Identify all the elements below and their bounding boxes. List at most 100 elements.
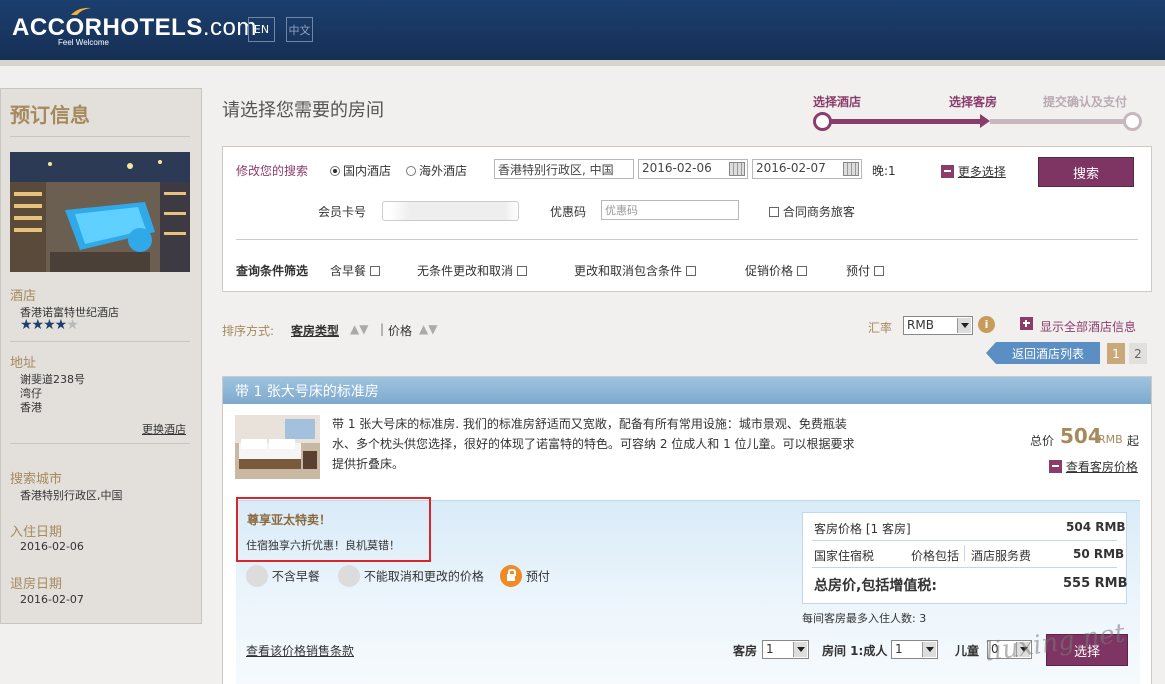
room-price-value: 504 RMB xyxy=(1066,520,1126,534)
adults-select[interactable]: 1 xyxy=(891,640,938,659)
filter-prepay[interactable]: 预付 xyxy=(846,262,884,279)
chevron-down-icon xyxy=(793,642,807,657)
total-price-value: 504 xyxy=(1060,424,1102,448)
progress-bar-done xyxy=(822,119,984,124)
page-1-button[interactable]: 1 xyxy=(1107,343,1125,364)
view-room-prices-link[interactable]: 查看客房价格 xyxy=(1049,458,1138,475)
chevron-down-icon xyxy=(922,642,936,657)
total-price-suffix: 起 xyxy=(1127,434,1140,448)
adults-label: 房间 1:成人 xyxy=(822,644,888,658)
sort-separator: | xyxy=(380,322,385,336)
max-guests-note: 每间客房最多入住人数: 3 xyxy=(802,612,927,625)
radio-domestic[interactable]: 国内酒店 xyxy=(330,162,391,179)
divider xyxy=(812,540,1117,541)
sidebar-title: 预订信息 xyxy=(10,103,90,127)
sidebar-checkout-label: 退房日期 xyxy=(10,577,63,592)
corporate-checkbox[interactable]: 合同商务旅客 xyxy=(769,203,855,220)
checkin-date-input[interactable]: 2016-02-06 xyxy=(638,159,748,179)
logo[interactable]: ACCORHOTELS.com xyxy=(12,14,257,42)
divider xyxy=(10,443,190,444)
sidebar-address-line: 香港 xyxy=(20,401,42,414)
promo-title: 尊享亚太特卖！ xyxy=(247,513,332,527)
checkbox-icon[interactable] xyxy=(796,266,807,276)
grand-total-value: 555 RMB xyxy=(1063,576,1128,591)
sidebar-address-label: 地址 xyxy=(10,356,37,371)
divider xyxy=(236,239,1138,240)
lang-zh-button[interactable]: 中文 xyxy=(286,17,313,42)
back-to-list-button[interactable]: 返回酒店列表 xyxy=(996,342,1100,364)
calendar-icon[interactable] xyxy=(843,162,859,176)
member-card-label: 会员卡号 xyxy=(318,205,367,219)
back-arrow-icon[interactable] xyxy=(986,342,996,364)
sidebar-checkin-label: 入住日期 xyxy=(10,525,63,540)
header-divider xyxy=(0,60,1165,66)
nights-count: 晚:1 xyxy=(872,164,896,178)
more-options-link[interactable]: 更多选择 xyxy=(941,163,1006,180)
total-price-label: 总价 xyxy=(1030,434,1055,448)
filter-promo-price[interactable]: 促销价格 xyxy=(745,262,807,279)
sort-by-room-type[interactable]: 客房类型 xyxy=(291,322,339,339)
rooms-select[interactable]: 1 xyxy=(762,640,809,659)
total-price-currency: RMB xyxy=(1098,433,1123,446)
checkbox-icon[interactable] xyxy=(685,266,696,276)
show-all-hotel-info-link[interactable]: 显示全部酒店信息 xyxy=(1040,318,1136,335)
filter-label: 查询条件筛选 xyxy=(236,264,309,278)
chevron-down-icon xyxy=(957,318,971,333)
page-2-button[interactable]: 2 xyxy=(1129,343,1147,364)
star-rating: ★★★★★ xyxy=(20,317,79,333)
modify-search-label: 修改您的搜索 xyxy=(236,164,309,178)
filter-free-cancel[interactable]: 无条件更改和取消 xyxy=(417,262,527,279)
radio-unselected-icon xyxy=(406,166,416,176)
collapse-icon xyxy=(1049,460,1062,473)
calendar-icon[interactable] xyxy=(729,162,745,176)
sort-arrows-icon[interactable]: ▲▼ xyxy=(419,322,437,336)
collapse-icon xyxy=(941,165,954,178)
tax-included: 价格包括 xyxy=(911,549,960,563)
filter-breakfast[interactable]: 含早餐 xyxy=(330,262,380,279)
checkbox-icon[interactable] xyxy=(369,266,380,276)
logo-tagline: Feel Welcome xyxy=(58,38,109,47)
hotel-photo xyxy=(10,152,190,272)
progress-end-dot xyxy=(1123,112,1142,131)
amenity-breakfast: 不含早餐 xyxy=(246,565,320,587)
sidebar-city-label: 搜索城市 xyxy=(10,472,63,487)
sort-label: 排序方式: xyxy=(222,324,275,338)
room-description: 带 1 张大号床的标准房. 我们的标准房舒适而又宽敞，配备有所有常用设施：城市景… xyxy=(332,417,855,471)
expand-icon[interactable] xyxy=(1020,317,1033,330)
member-card-input[interactable] xyxy=(382,201,519,221)
promo-subtitle: 住宿独享六折优惠！良机莫错！ xyxy=(246,539,400,552)
sales-terms-link[interactable]: 查看该价格销售条款 xyxy=(246,642,354,659)
amenity-no-cancel: 不能取消和更改的价格 xyxy=(338,565,484,587)
radio-selected-icon xyxy=(330,166,340,176)
promo-code-label: 优惠码 xyxy=(550,205,587,219)
sort-by-price[interactable]: 价格 xyxy=(388,322,412,339)
star-empty-icon: ★ xyxy=(66,317,79,333)
checkbox-icon[interactable] xyxy=(516,266,527,276)
progress-bar-pending xyxy=(990,119,1132,124)
info-icon[interactable]: i xyxy=(978,316,995,333)
lock-icon xyxy=(500,565,522,587)
change-hotel-link[interactable]: 更换酒店 xyxy=(142,421,186,437)
divider xyxy=(10,136,190,137)
progress-step-select-hotel: 选择酒店 xyxy=(813,95,862,109)
checkbox-icon[interactable] xyxy=(769,207,779,217)
lang-en-button[interactable]: EN xyxy=(248,17,275,42)
promo-code-input[interactable]: 优惠码 xyxy=(601,200,739,220)
room-title: 带 1 张大号床的标准房 xyxy=(223,377,1151,404)
service-fee-value: 50 RMB xyxy=(1073,547,1125,561)
no-cancel-icon xyxy=(338,565,360,587)
progress-arrow-icon xyxy=(980,114,990,128)
checkout-date-input[interactable]: 2016-02-07 xyxy=(752,159,862,179)
sort-arrows-icon[interactable]: ▲▼ xyxy=(350,322,368,336)
sidebar-checkin-value: 2016-02-06 xyxy=(20,540,84,553)
checkbox-icon[interactable] xyxy=(873,266,884,276)
currency-select[interactable]: RMB xyxy=(903,316,973,335)
progress-step-confirm-pay: 提交确认及支付 xyxy=(1043,95,1128,109)
destination-input[interactable]: 香港特别行政区, 中国 xyxy=(494,159,634,179)
search-button[interactable]: 搜索 xyxy=(1038,157,1134,187)
filter-conditional-cancel[interactable]: 更改和取消包含条件 xyxy=(574,262,696,279)
grand-total-label: 总房价,包括增值税: xyxy=(814,578,937,594)
room-photo[interactable] xyxy=(235,415,320,479)
amenity-prepay: 预付 xyxy=(500,565,550,587)
radio-overseas[interactable]: 海外酒店 xyxy=(406,162,467,179)
